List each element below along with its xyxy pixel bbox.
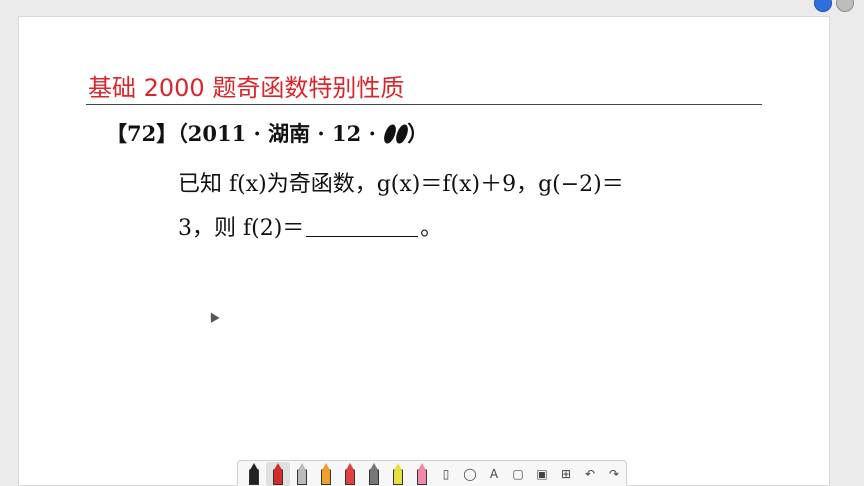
page-title: 基础 2000 题奇函数特别性质 xyxy=(88,74,405,102)
pen-red-icon xyxy=(273,462,283,485)
problem-source-close: ） xyxy=(407,121,429,146)
undo-icon-glyph: ↶ xyxy=(584,466,596,481)
add-tool[interactable]: ⊞ xyxy=(554,462,578,486)
shape-tool[interactable]: ▢ xyxy=(506,462,530,486)
image-icon: ▣ xyxy=(536,466,548,481)
pen-gray-icon xyxy=(369,462,379,485)
pen-black-tool[interactable] xyxy=(242,462,266,486)
pen-black-icon xyxy=(249,462,259,485)
pen-orange-tool[interactable] xyxy=(314,462,338,486)
highlighter-pink-tool[interactable] xyxy=(410,462,434,486)
problem-line-2-start: 3，则 f(2)＝ xyxy=(178,216,305,241)
highlighter-pink-icon xyxy=(417,462,427,485)
pen-outline-icon xyxy=(297,462,307,485)
title-divider xyxy=(86,104,762,105)
pen-red-2-icon xyxy=(345,462,355,485)
shape-icon: ▢ xyxy=(512,466,524,481)
pen-red-tool[interactable] xyxy=(266,461,290,486)
problem-line-1: 已知 f(x)为奇函数，g(x)＝f(x)＋9，g(−2)＝ xyxy=(178,172,624,197)
problem-header: 【72】（2011 · 湖南 · 12 · ） xyxy=(106,118,428,148)
window-control-gray[interactable] xyxy=(836,0,854,12)
highlighter-yellow-icon xyxy=(393,462,403,485)
difficulty-pepper-icon xyxy=(382,123,398,145)
lasso-icon: ◯ xyxy=(463,466,477,481)
problem-line-2-end: 。 xyxy=(420,216,443,241)
eraser-tool[interactable]: ▯ xyxy=(434,462,458,486)
highlighter-yellow-tool[interactable] xyxy=(386,462,410,486)
text-icon: A xyxy=(489,466,499,481)
undo-icon[interactable]: ↶ xyxy=(578,462,602,486)
redo-icon[interactable]: ↷ xyxy=(602,462,626,486)
window-control-blue[interactable] xyxy=(814,0,832,12)
pen-gray-tool[interactable] xyxy=(362,462,386,486)
pen-outline-tool[interactable] xyxy=(290,462,314,486)
add-icon: ⊞ xyxy=(560,466,572,481)
eraser-icon: ▯ xyxy=(442,466,450,481)
image-tool[interactable]: ▣ xyxy=(530,462,554,486)
problem-line-2: 3，则 f(2)＝ 。 xyxy=(178,210,442,242)
pen-red-2-tool[interactable] xyxy=(338,462,362,486)
problem-source: （2011 · 湖南 · 12 · xyxy=(177,121,376,146)
text-tool[interactable]: A xyxy=(482,462,506,486)
problem-number: 【72】 xyxy=(106,121,178,146)
redo-icon-glyph: ↷ xyxy=(608,466,620,481)
drawing-toolbar: ▯ ◯ A ▢ ▣ ⊞ ↶ ↷ xyxy=(237,460,627,486)
lasso-tool[interactable]: ◯ xyxy=(458,462,482,486)
pen-orange-icon xyxy=(321,462,331,485)
answer-blank xyxy=(306,218,419,237)
